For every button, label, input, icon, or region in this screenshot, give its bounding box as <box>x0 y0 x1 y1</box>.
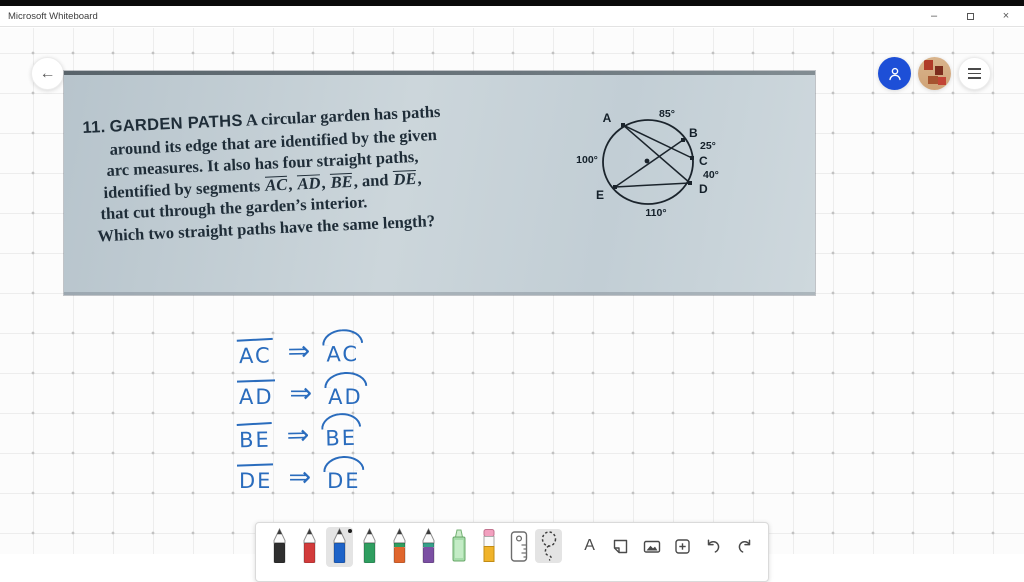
ink-segment-AC: AC <box>236 340 275 368</box>
ink-row-AC[interactable]: AC ⇒ AC <box>236 335 366 369</box>
label-E: E <box>596 188 604 202</box>
pen-icon <box>273 527 286 563</box>
ink-row-DE[interactable]: DE ⇒ DE <box>236 464 366 494</box>
arc-label-BC: 25° <box>700 140 716 152</box>
note-tool[interactable] <box>605 529 636 563</box>
insert-tool[interactable] <box>667 529 698 563</box>
circle-diagram: A B C D E 85° 25° 40° 110° 100° <box>576 108 719 219</box>
text-run: , <box>416 168 422 188</box>
ink-segment-DE: DE <box>236 466 275 493</box>
blue-pen[interactable] <box>325 527 353 567</box>
point-A <box>621 123 625 127</box>
window-controls: – × <box>916 6 1024 26</box>
label-D: D <box>699 182 708 196</box>
titlebar: Microsoft Whiteboard – × <box>0 6 1024 27</box>
ruler-icon <box>510 531 527 562</box>
ruler-tool[interactable] <box>505 529 532 563</box>
menu-button[interactable] <box>958 57 991 90</box>
redo-button[interactable] <box>729 529 760 563</box>
whiteboard-canvas[interactable]: ← 11. GARDEN PATHS A circular garden has… <box>0 28 1024 582</box>
center-point <box>644 158 650 164</box>
pen-icon <box>393 527 406 563</box>
chords <box>614 124 693 188</box>
ink-arc-AD: AD <box>325 382 366 409</box>
arc-label-DE: 110° <box>645 207 666 219</box>
point-E <box>613 185 617 189</box>
problem-text: 11. GARDEN PATHS A circular garden has p… <box>80 101 446 248</box>
maximize-icon <box>966 12 974 20</box>
segment-BE: BE <box>330 171 354 192</box>
redo-icon <box>738 538 751 553</box>
problem-number: 11. <box>82 118 106 138</box>
segment-AD: AD <box>297 173 321 194</box>
point-D <box>688 181 692 185</box>
ink-arc-DE: DE <box>324 466 363 493</box>
image-tool[interactable] <box>636 529 667 563</box>
minimize-icon: – <box>930 10 938 22</box>
ink-arc-AC: AC <box>323 338 362 366</box>
undo-icon <box>707 538 720 553</box>
ink-arrow: ⇒ <box>286 419 310 452</box>
user-avatar[interactable] <box>918 57 951 90</box>
arc-label-EA: 100° <box>576 154 598 166</box>
green-pen[interactable] <box>356 527 383 567</box>
arc-label-AB: 85° <box>659 108 675 120</box>
segment-AC: AC <box>264 174 288 195</box>
image-icon <box>643 540 660 553</box>
ink-row-BE[interactable]: BE ⇒ BE <box>236 419 366 454</box>
ink-notes: AC ⇒ AC AD ⇒ AD BE ⇒ BE DE ⇒ DE <box>236 335 366 506</box>
ink-segment-BE: BE <box>236 424 274 452</box>
ink-arrow: ⇒ <box>287 335 311 368</box>
pen-icon <box>422 527 435 563</box>
red-pen[interactable] <box>296 527 323 567</box>
problem-title: GARDEN PATHS <box>109 111 244 136</box>
undo-button[interactable] <box>698 529 729 563</box>
eraser-icon <box>483 529 495 562</box>
orange-pen[interactable] <box>386 527 413 567</box>
object-tools: A <box>574 527 760 563</box>
ink-row-AD[interactable]: AD ⇒ AD <box>236 380 366 410</box>
highlighter-tool[interactable] <box>445 527 472 567</box>
arc-label-CD: 40° <box>703 169 719 181</box>
ink-segment-AD: AD <box>236 382 277 409</box>
black-pen[interactable] <box>266 527 293 567</box>
eraser-tool[interactable] <box>475 527 502 567</box>
ink-arrow: ⇒ <box>288 462 312 493</box>
lasso-icon <box>541 531 556 561</box>
top-right-buttons <box>878 57 991 90</box>
label-B: B <box>689 126 698 140</box>
text-tool-icon: A <box>584 537 595 554</box>
maximize-button[interactable] <box>952 6 988 26</box>
close-icon: × <box>1002 10 1010 22</box>
label-A: A <box>603 111 612 125</box>
highlighter-icon <box>452 529 466 562</box>
purple-pen[interactable] <box>416 527 443 567</box>
chord-ED <box>614 182 691 188</box>
ink-arc-BE: BE <box>322 422 360 450</box>
problem-image[interactable]: 11. GARDEN PATHS A circular garden has p… <box>64 71 815 295</box>
close-button[interactable]: × <box>988 6 1024 26</box>
hamburger-icon <box>968 68 981 79</box>
point-B <box>681 138 685 142</box>
segment-DE: DE <box>393 168 417 189</box>
insert-plus-icon <box>675 538 690 554</box>
sticky-note-icon <box>613 539 628 553</box>
back-button[interactable]: ← <box>31 57 64 90</box>
person-icon <box>888 67 901 80</box>
text-tool[interactable]: A <box>574 529 605 563</box>
minimize-button[interactable]: – <box>916 6 952 26</box>
sign-in-button[interactable] <box>878 57 911 90</box>
pen-icon <box>333 527 346 563</box>
ink-arrow: ⇒ <box>289 378 313 409</box>
pen-icon <box>303 527 316 563</box>
window-title: Microsoft Whiteboard <box>8 10 98 22</box>
back-arrow-icon: ← <box>39 64 56 82</box>
point-C <box>690 156 694 160</box>
pen-icon <box>363 527 376 563</box>
lasso-select-tool[interactable] <box>535 529 563 563</box>
drawing-toolbar: A <box>255 522 769 582</box>
text-run: , and <box>353 169 393 191</box>
label-C: C <box>699 154 708 168</box>
